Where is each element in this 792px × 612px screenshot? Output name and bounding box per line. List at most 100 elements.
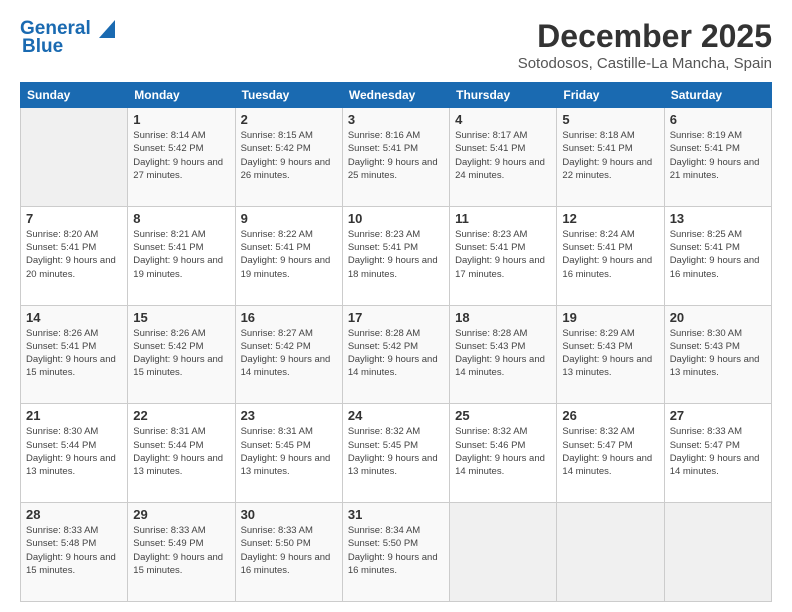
day-number: 8: [133, 211, 229, 226]
day-number: 25: [455, 408, 551, 423]
calendar-cell: 17 Sunrise: 8:28 AMSunset: 5:42 PMDayligh…: [342, 305, 449, 404]
day-info: Sunrise: 8:30 AMSunset: 5:44 PMDaylight:…: [26, 425, 122, 478]
weekday-header: Thursday: [450, 83, 557, 108]
day-info: Sunrise: 8:23 AMSunset: 5:41 PMDaylight:…: [455, 228, 551, 281]
day-number: 6: [670, 112, 766, 127]
calendar-cell: 10Sunrise: 8:23 AMSunset: 5:41 PMDayligh…: [342, 206, 449, 305]
calendar-cell: 18 Sunrise: 8:28 AMSunset: 5:43 PMDayligh…: [450, 305, 557, 404]
calendar-week-row: 28 Sunrise: 8:33 AMSunset: 5:48 PMDayligh…: [21, 503, 772, 602]
page-subtitle: Sotodosos, Castille-La Mancha, Spain: [518, 55, 772, 72]
day-info: Sunrise: 8:16 AMSunset: 5:41 PMDaylight:…: [348, 129, 444, 182]
calendar-cell: 4 Sunrise: 8:17 AMSunset: 5:41 PMDaylight…: [450, 108, 557, 207]
day-info: Sunrise: 8:33 AMSunset: 5:50 PMDaylight:…: [241, 524, 337, 577]
calendar-cell: 7Sunrise: 8:20 AMSunset: 5:41 PMDaylight…: [21, 206, 128, 305]
calendar-cell: 23 Sunrise: 8:31 AMSunset: 5:45 PMDayligh…: [235, 404, 342, 503]
calendar-cell: 2 Sunrise: 8:15 AMSunset: 5:42 PMDaylight…: [235, 108, 342, 207]
day-info: Sunrise: 8:18 AMSunset: 5:41 PMDaylight:…: [562, 129, 658, 182]
day-number: 15: [133, 310, 229, 325]
day-number: 18: [455, 310, 551, 325]
calendar-table: SundayMondayTuesdayWednesdayThursdayFrid…: [20, 82, 772, 602]
day-number: 1: [133, 112, 229, 127]
day-number: 3: [348, 112, 444, 127]
day-number: 26: [562, 408, 658, 423]
weekday-header: Friday: [557, 83, 664, 108]
day-number: 11: [455, 211, 551, 226]
calendar-cell: 26 Sunrise: 8:32 AMSunset: 5:47 PMDayligh…: [557, 404, 664, 503]
day-number: 22: [133, 408, 229, 423]
day-number: 2: [241, 112, 337, 127]
calendar-cell: 13 Sunrise: 8:25 AMSunset: 5:41 PMDayligh…: [664, 206, 771, 305]
day-number: 29: [133, 507, 229, 522]
day-info: Sunrise: 8:31 AMSunset: 5:44 PMDaylight:…: [133, 425, 229, 478]
page-title: December 2025: [518, 18, 772, 55]
day-info: Sunrise: 8:15 AMSunset: 5:42 PMDaylight:…: [241, 129, 337, 182]
day-number: 31: [348, 507, 444, 522]
logo-blue-text: Blue: [22, 36, 63, 58]
day-number: 23: [241, 408, 337, 423]
calendar-cell: 27 Sunrise: 8:33 AMSunset: 5:47 PMDayligh…: [664, 404, 771, 503]
day-number: 21: [26, 408, 122, 423]
logo-arrow-icon: [93, 20, 115, 38]
day-info: Sunrise: 8:33 AMSunset: 5:48 PMDaylight:…: [26, 524, 122, 577]
calendar-cell: [21, 108, 128, 207]
weekday-header: Saturday: [664, 83, 771, 108]
day-number: 5: [562, 112, 658, 127]
calendar-cell: 9 Sunrise: 8:22 AMSunset: 5:41 PMDaylight…: [235, 206, 342, 305]
day-number: 9: [241, 211, 337, 226]
weekday-header: Sunday: [21, 83, 128, 108]
day-info: Sunrise: 8:17 AMSunset: 5:41 PMDaylight:…: [455, 129, 551, 182]
calendar-cell: 24 Sunrise: 8:32 AMSunset: 5:45 PMDayligh…: [342, 404, 449, 503]
calendar-cell: 16 Sunrise: 8:27 AMSunset: 5:42 PMDayligh…: [235, 305, 342, 404]
day-info: Sunrise: 8:25 AMSunset: 5:41 PMDaylight:…: [670, 228, 766, 281]
day-number: 10: [348, 211, 444, 226]
day-info: Sunrise: 8:32 AMSunset: 5:47 PMDaylight:…: [562, 425, 658, 478]
calendar-cell: 20Sunrise: 8:30 AMSunset: 5:43 PMDayligh…: [664, 305, 771, 404]
title-area: December 2025 Sotodosos, Castille-La Man…: [518, 18, 772, 72]
calendar-cell: 5 Sunrise: 8:18 AMSunset: 5:41 PMDaylight…: [557, 108, 664, 207]
weekday-header: Wednesday: [342, 83, 449, 108]
calendar-cell: 19 Sunrise: 8:29 AMSunset: 5:43 PMDayligh…: [557, 305, 664, 404]
day-number: 7: [26, 211, 122, 226]
day-number: 16: [241, 310, 337, 325]
weekday-header: Monday: [128, 83, 235, 108]
calendar-cell: 3 Sunrise: 8:16 AMSunset: 5:41 PMDaylight…: [342, 108, 449, 207]
day-info: Sunrise: 8:29 AMSunset: 5:43 PMDaylight:…: [562, 327, 658, 380]
calendar-cell: 30Sunrise: 8:33 AMSunset: 5:50 PMDayligh…: [235, 503, 342, 602]
day-info: Sunrise: 8:19 AMSunset: 5:41 PMDaylight:…: [670, 129, 766, 182]
day-info: Sunrise: 8:27 AMSunset: 5:42 PMDaylight:…: [241, 327, 337, 380]
day-number: 17: [348, 310, 444, 325]
calendar-cell: 31 Sunrise: 8:34 AMSunset: 5:50 PMDayligh…: [342, 503, 449, 602]
calendar-week-row: 1 Sunrise: 8:14 AMSunset: 5:42 PMDaylight…: [21, 108, 772, 207]
day-number: 27: [670, 408, 766, 423]
day-info: Sunrise: 8:22 AMSunset: 5:41 PMDaylight:…: [241, 228, 337, 281]
day-number: 13: [670, 211, 766, 226]
calendar-cell: 6 Sunrise: 8:19 AMSunset: 5:41 PMDaylight…: [664, 108, 771, 207]
calendar-cell: 11 Sunrise: 8:23 AMSunset: 5:41 PMDayligh…: [450, 206, 557, 305]
day-info: Sunrise: 8:32 AMSunset: 5:46 PMDaylight:…: [455, 425, 551, 478]
day-info: Sunrise: 8:33 AMSunset: 5:47 PMDaylight:…: [670, 425, 766, 478]
day-info: Sunrise: 8:14 AMSunset: 5:42 PMDaylight:…: [133, 129, 229, 182]
calendar-cell: 1 Sunrise: 8:14 AMSunset: 5:42 PMDaylight…: [128, 108, 235, 207]
day-number: 12: [562, 211, 658, 226]
day-info: Sunrise: 8:31 AMSunset: 5:45 PMDaylight:…: [241, 425, 337, 478]
day-info: Sunrise: 8:32 AMSunset: 5:45 PMDaylight:…: [348, 425, 444, 478]
calendar-week-row: 7Sunrise: 8:20 AMSunset: 5:41 PMDaylight…: [21, 206, 772, 305]
calendar-cell: 25 Sunrise: 8:32 AMSunset: 5:46 PMDayligh…: [450, 404, 557, 503]
day-info: Sunrise: 8:28 AMSunset: 5:42 PMDaylight:…: [348, 327, 444, 380]
day-number: 24: [348, 408, 444, 423]
calendar-cell: 29Sunrise: 8:33 AMSunset: 5:49 PMDayligh…: [128, 503, 235, 602]
calendar-header-row: SundayMondayTuesdayWednesdayThursdayFrid…: [21, 83, 772, 108]
day-number: 28: [26, 507, 122, 522]
day-number: 14: [26, 310, 122, 325]
calendar-cell: [664, 503, 771, 602]
day-number: 19: [562, 310, 658, 325]
day-info: Sunrise: 8:28 AMSunset: 5:43 PMDaylight:…: [455, 327, 551, 380]
day-info: Sunrise: 8:34 AMSunset: 5:50 PMDaylight:…: [348, 524, 444, 577]
day-number: 20: [670, 310, 766, 325]
page: General Blue December 2025 Sotodosos, Ca…: [0, 0, 792, 612]
weekday-header: Tuesday: [235, 83, 342, 108]
calendar-week-row: 21 Sunrise: 8:30 AMSunset: 5:44 PMDayligh…: [21, 404, 772, 503]
calendar-week-row: 14 Sunrise: 8:26 AMSunset: 5:41 PMDayligh…: [21, 305, 772, 404]
day-info: Sunrise: 8:26 AMSunset: 5:41 PMDaylight:…: [26, 327, 122, 380]
day-number: 4: [455, 112, 551, 127]
